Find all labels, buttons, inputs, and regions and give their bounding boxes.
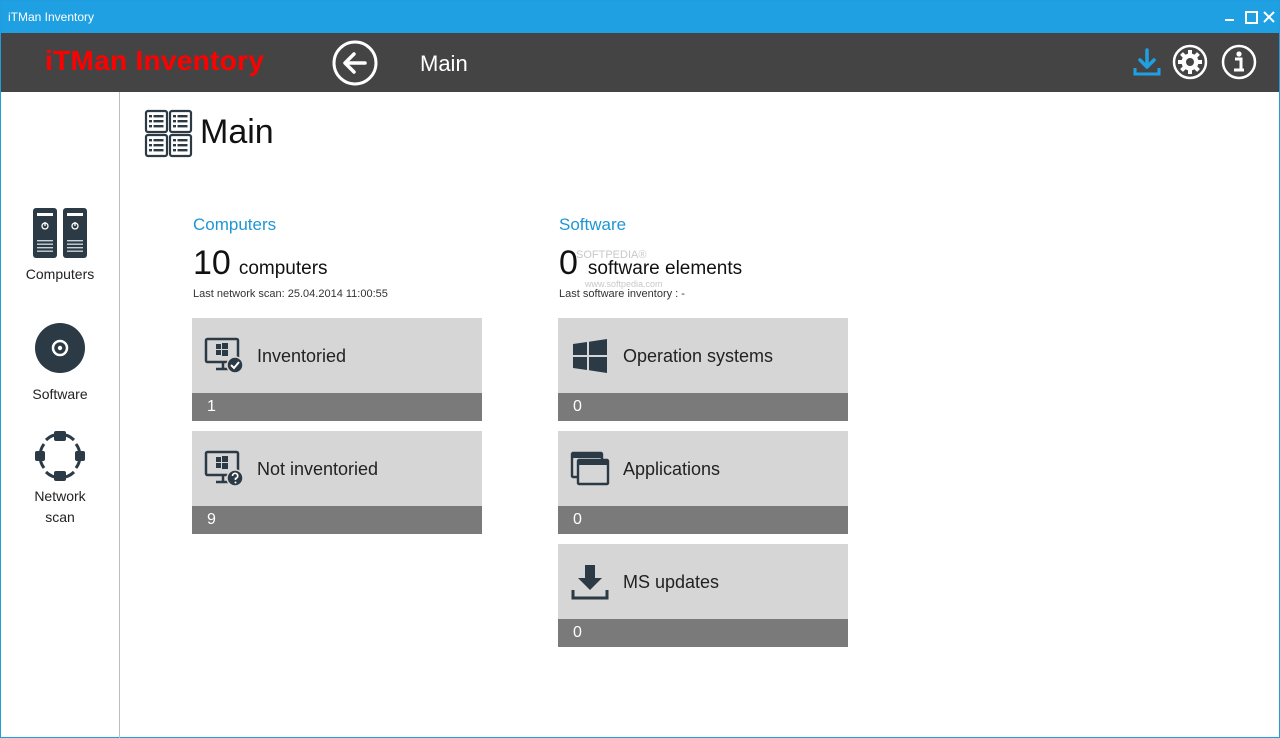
tile-body: Inventoried (192, 318, 482, 393)
tile-inventoried[interactable]: Inventoried 1 (192, 318, 482, 421)
sidebar-item-label: Computers (25, 266, 95, 282)
back-button[interactable] (331, 39, 379, 87)
tile-label: Not inventoried (257, 459, 379, 479)
tile-label: Applications (623, 459, 721, 479)
tile-body: Applications (558, 431, 848, 506)
tile-footer: 9 (192, 506, 482, 534)
sidebar-item-label-line1: Network (34, 488, 86, 504)
info-icon (1221, 44, 1257, 80)
tile-label: MS updates (623, 572, 720, 592)
tile-footer: 0 (558, 393, 848, 421)
computers-count-unit: computers (238, 258, 328, 279)
servers-icon (33, 208, 87, 258)
computer-question-icon (204, 450, 244, 487)
tile-not-inventoried[interactable]: Not inventoried 9 (192, 431, 482, 534)
watermark: SOFTPEDIA® (576, 249, 647, 261)
tile-applications[interactable]: Applications 0 (558, 431, 848, 534)
computers-count: 10 computers (193, 244, 328, 283)
sidebar-item-computers[interactable]: Computers (1, 206, 119, 285)
info-button[interactable] (1220, 43, 1258, 81)
tile-count: 0 (573, 398, 582, 415)
minimize-button[interactable] (1223, 9, 1237, 23)
tile-count: 0 (573, 624, 582, 641)
tile-body: Operation systems (558, 318, 848, 393)
brand-logo: iTMan Inventory (45, 45, 265, 76)
tile-body: Not inventoried (192, 431, 482, 506)
computer-check-icon (204, 337, 244, 374)
close-button[interactable] (1262, 9, 1276, 23)
tile-footer: 0 (558, 506, 848, 534)
maximize-button[interactable] (1243, 9, 1258, 24)
tile-count: 1 (207, 398, 216, 415)
sidebar-item-software[interactable]: Software (1, 322, 119, 405)
list-grid-icon (144, 109, 193, 158)
arrow-left-icon (332, 40, 378, 86)
network-scan-icon (35, 431, 85, 481)
sidebar-item-label-line2: scan (45, 509, 75, 525)
title-bar[interactable]: iTMan Inventory (1, 1, 1279, 33)
tile-footer: 1 (192, 393, 482, 421)
tile-label: Operation systems (623, 346, 774, 366)
tile-count: 9 (207, 511, 216, 528)
tile-operation-systems[interactable]: Operation systems 0 (558, 318, 848, 421)
watermark-url: www.softpedia.com (585, 279, 663, 289)
tile-footer: 0 (558, 619, 848, 647)
software-count-unit: software elements (587, 258, 743, 279)
app-windows-icon (570, 451, 610, 486)
settings-button[interactable] (1171, 43, 1209, 81)
sidebar-item-label: Software (32, 386, 88, 402)
gear-icon (1172, 44, 1208, 80)
computers-count-number: 10 (193, 244, 231, 282)
window-title: iTMan Inventory (8, 10, 95, 24)
last-network-scan: Last network scan: 25.04.2014 11:00:55 (193, 288, 388, 300)
download-icon (1133, 48, 1161, 76)
sidebar-item-network-scan[interactable]: Network scan (1, 430, 119, 528)
download-tray-icon (571, 565, 609, 600)
app-window: iTMan Inventory iTMan Inventory Main Com… (0, 0, 1280, 738)
computers-section-title[interactable]: Computers (193, 215, 276, 235)
tile-count: 0 (573, 511, 582, 528)
last-software-inventory: Last software inventory : - (559, 288, 685, 300)
download-button[interactable] (1128, 43, 1166, 81)
app-header: iTMan Inventory Main (1, 33, 1279, 92)
tile-body: MS updates (558, 544, 848, 619)
software-section-title[interactable]: Software (559, 215, 626, 235)
header-title: Main (420, 51, 468, 76)
windows-logo-icon (573, 339, 607, 373)
close-icon (1263, 11, 1275, 23)
page-heading-icon-wrap (144, 109, 194, 163)
tile-label: Inventoried (257, 346, 347, 366)
disc-icon (35, 323, 85, 373)
sidebar: Computers Software Network scan (1, 92, 120, 738)
page-title: Main (200, 113, 274, 151)
tile-ms-updates[interactable]: MS updates 0 (558, 544, 848, 647)
